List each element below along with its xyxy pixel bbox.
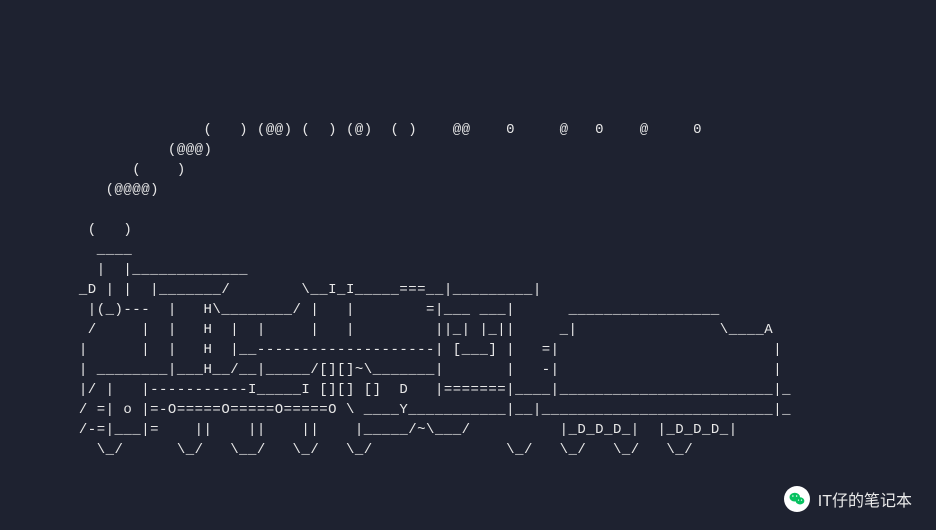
sl-train-ascii-art: ( ) (@@) ( ) (@) ( ) @@ 0 @ 0 @ 0 (@@@) …: [70, 120, 791, 460]
wechat-icon: [784, 486, 810, 512]
terminal-window: ( ) (@@) ( ) (@) ( ) @@ 0 @ 0 @ 0 (@@@) …: [0, 0, 936, 530]
watermark-text: IT仔的笔记本: [818, 487, 912, 511]
watermark: IT仔的笔记本: [784, 486, 912, 512]
